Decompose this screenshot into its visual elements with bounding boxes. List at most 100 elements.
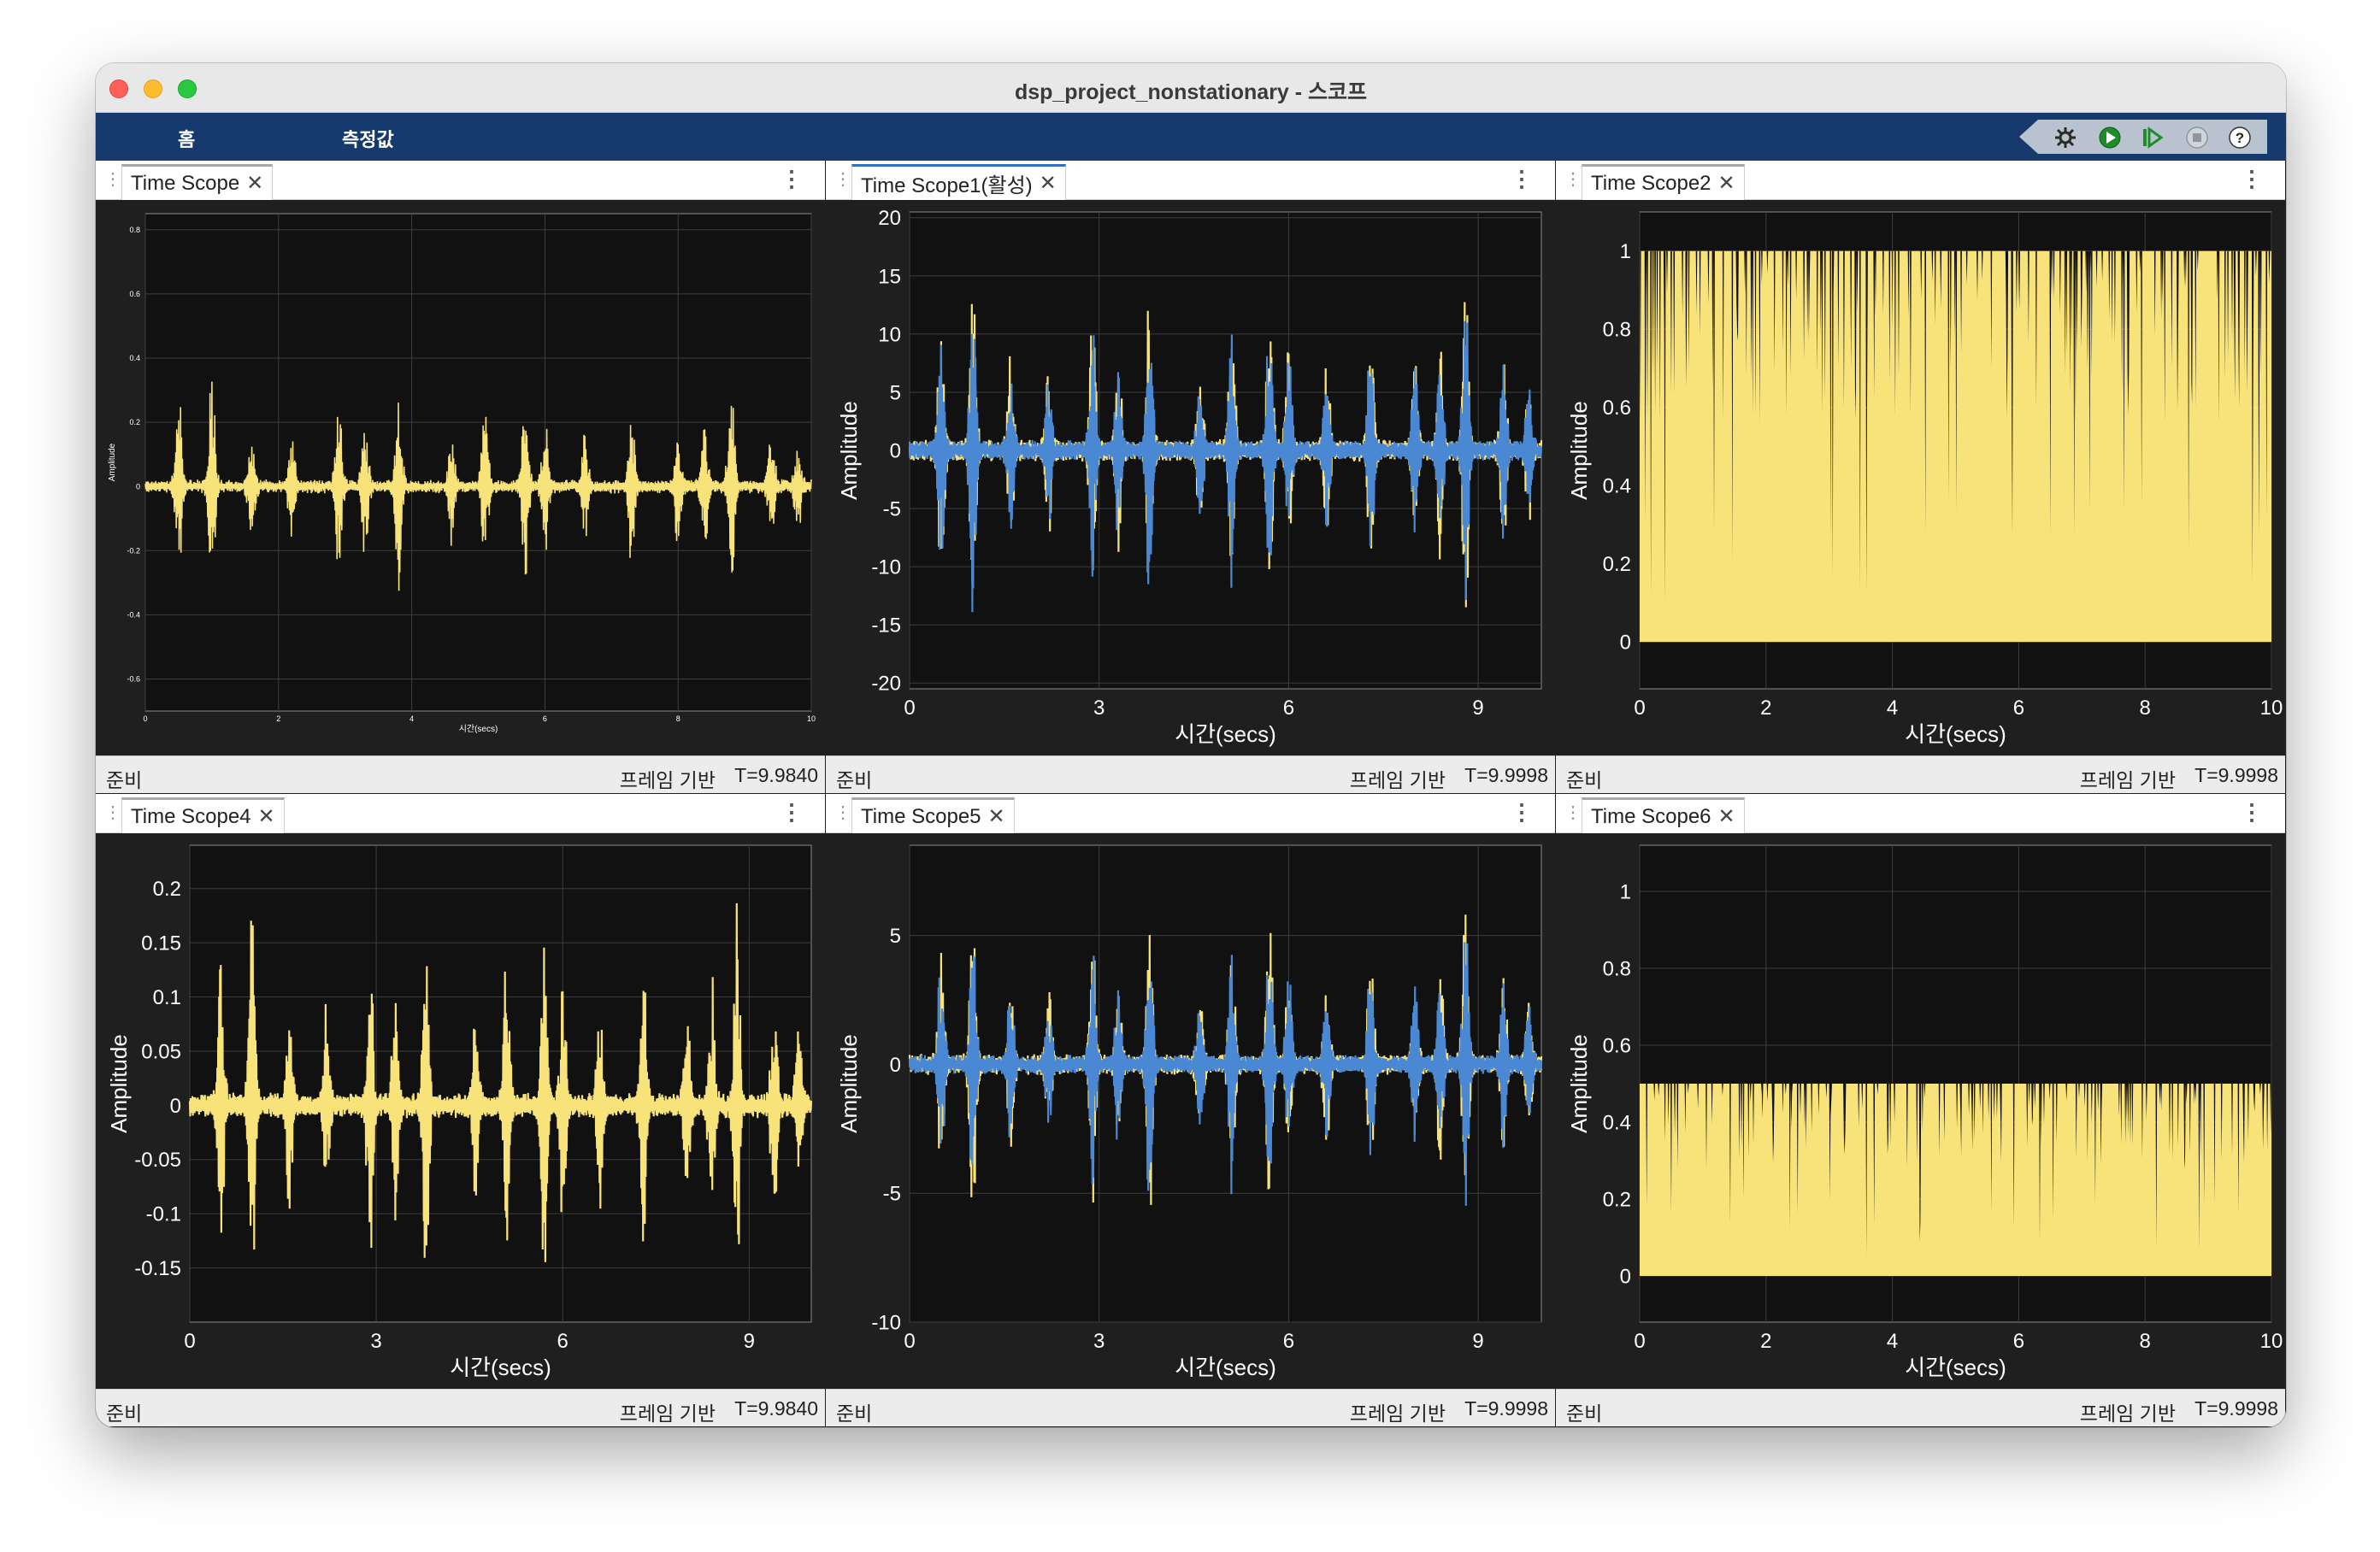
time-scope1-tabbar: ⋮ Time Scope1(활성) ✕ ⋮ — [826, 161, 1555, 200]
drag-handle-icon[interactable]: ⋮ — [834, 802, 851, 823]
time-scope2-tabbar: ⋮ Time Scope2 ✕ ⋮ — [1556, 161, 2285, 200]
step-forward-icon[interactable] — [2141, 126, 2165, 150]
mask-area — [1640, 250, 2271, 643]
x-tick-label: 2 — [276, 714, 280, 723]
status-ready: 준비 — [836, 769, 873, 791]
time-scope5-pane: ⋮ Time Scope5 ✕ ⋮ 0 3 6 9 -10 -5 0 5 시간(secs) Amplitu… — [826, 794, 1555, 1426]
close-tab-icon[interactable]: ✕ — [988, 804, 1005, 829]
y-tick-label: 5 — [890, 925, 901, 948]
scope-window: dsp_project_nonstationary - 스코프 홈 측정값 ? … — [96, 63, 2286, 1427]
more-options-icon[interactable]: ⋮ — [2241, 166, 2263, 192]
drag-handle-icon[interactable]: ⋮ — [834, 169, 851, 190]
x-tick-label: 10 — [807, 714, 816, 723]
time-scope4-tabbar: ⋮ Time Scope4 ✕ ⋮ — [96, 794, 825, 833]
time-scope-plot[interactable]: 0 2 4 6 8 10 -0.6 -0.4 -0.2 0 0.2 0.4 0.6 0.8 시간(secs)… — [96, 200, 825, 755]
x-axis-label: 시간(secs) — [450, 1355, 551, 1380]
y-axis-label: Amplitude — [1566, 1034, 1592, 1133]
y-tick-label: 0.4 — [1603, 1111, 1631, 1134]
status-ready: 준비 — [106, 1402, 143, 1425]
ribbon-tab-home[interactable]: 홈 — [178, 125, 195, 152]
y-tick-label: -15 — [871, 614, 901, 638]
x-tick-label: 6 — [2013, 697, 2024, 720]
time-scope2-statusbar: 준비 프레임 기반 T=9.9998 — [1556, 755, 2285, 793]
x-tick-label: 2 — [1760, 1330, 1771, 1353]
more-options-icon[interactable]: ⋮ — [1511, 166, 1533, 192]
y-tick-label: 0.2 — [129, 418, 140, 426]
x-tick-label: 6 — [543, 714, 547, 723]
tab-time-scope4[interactable]: Time Scope4 ✕ — [121, 797, 285, 833]
more-options-icon[interactable]: ⋮ — [2241, 799, 2263, 826]
help-icon[interactable]: ? — [2228, 126, 2252, 150]
run-play-icon[interactable] — [2098, 126, 2122, 150]
y-tick-label: 10 — [878, 323, 901, 346]
y-tick-label: 0.4 — [1603, 475, 1631, 498]
tab-label: Time Scope5 — [861, 804, 981, 828]
x-tick-label: 0 — [904, 1330, 915, 1353]
time-scope4-statusbar: 준비 프레임 기반 T=9.9840 — [96, 1389, 825, 1426]
x-axis-label: 시간(secs) — [1175, 721, 1276, 747]
drag-handle-icon[interactable]: ⋮ — [104, 169, 121, 190]
x-tick-label: 0 — [1634, 697, 1645, 720]
tab-time-scope5[interactable]: Time Scope5 ✕ — [851, 797, 1015, 833]
time-scope6-plot[interactable]: 0 2 4 6 8 10 0 0.2 0.4 0.6 0.8 1 시간(secs) Amplitude — [1556, 833, 2285, 1389]
y-tick-label: 5 — [890, 381, 901, 404]
y-tick-label: 0 — [1620, 1265, 1631, 1288]
status-ready: 준비 — [106, 769, 143, 791]
status-ready: 준비 — [1566, 769, 1603, 791]
status-frame-mode: 프레임 기반 — [619, 1402, 716, 1425]
settings-gear-icon[interactable] — [2053, 126, 2077, 150]
time-scope1-statusbar: 준비 프레임 기반 T=9.9998 — [826, 755, 1555, 793]
status-sim-time: T=9.9840 — [734, 1397, 818, 1420]
close-tab-icon[interactable]: ✕ — [1718, 804, 1735, 829]
time-scope4-plot[interactable]: 0 3 6 9 -0.15 -0.1 -0.05 0 0.05 0.1 0.15 0.2 시간(secs… — [96, 833, 825, 1389]
tab-label: Time Scope1(활성) — [861, 174, 1033, 197]
drag-handle-icon[interactable]: ⋮ — [1564, 802, 1582, 823]
x-tick-label: 8 — [676, 714, 680, 723]
x-tick-label: 10 — [2260, 697, 2283, 720]
x-axis-label: 시간(secs) — [459, 724, 498, 734]
tab-time-scope2[interactable]: Time Scope2 ✕ — [1582, 164, 1745, 200]
more-options-icon[interactable]: ⋮ — [781, 166, 803, 192]
x-tick-label: 6 — [557, 1330, 568, 1353]
more-options-icon[interactable]: ⋮ — [781, 799, 803, 826]
quick-toolbar: ? — [2019, 120, 2267, 154]
tab-time-scope6[interactable]: Time Scope6 ✕ — [1582, 797, 1745, 833]
x-tick-label: 6 — [1283, 1330, 1294, 1353]
close-tab-icon[interactable]: ✕ — [1718, 171, 1735, 196]
y-tick-label: 1 — [1620, 880, 1631, 903]
y-tick-label: 0 — [170, 1095, 181, 1118]
drag-handle-icon[interactable]: ⋮ — [1564, 169, 1582, 190]
time-scope5-plot[interactable]: 0 3 6 9 -10 -5 0 5 시간(secs) Amplitude — [826, 833, 1555, 1389]
status-ready: 준비 — [836, 1402, 873, 1425]
tab-time-scope1[interactable]: Time Scope1(활성) ✕ — [851, 164, 1066, 200]
close-tab-icon[interactable]: ✕ — [258, 804, 275, 829]
x-tick-label: 4 — [1887, 1330, 1898, 1353]
tab-time-scope[interactable]: Time Scope ✕ — [121, 164, 274, 200]
y-tick-label: -0.2 — [127, 546, 140, 555]
time-scope-pane: ⋮ Time Scope ✕ ⋮ 0 2 4 6 8 10 -0.6 -0.4 -0.2 0 0.2 0.4 0… — [96, 161, 825, 793]
close-tab-icon[interactable]: ✕ — [246, 171, 263, 196]
time-scope6-tabbar: ⋮ Time Scope6 ✕ ⋮ — [1556, 794, 2285, 833]
y-tick-label: -10 — [871, 556, 901, 579]
y-tick-label: -20 — [871, 673, 901, 696]
time-scope5-statusbar: 준비 프레임 기반 T=9.9998 — [826, 1389, 1555, 1426]
ribbon-tab-measurements[interactable]: 측정값 — [342, 125, 394, 152]
y-tick-label: -5 — [883, 1183, 901, 1206]
x-tick-label: 2 — [1760, 697, 1771, 720]
x-tick-label: 0 — [143, 714, 147, 723]
stop-icon[interactable] — [2185, 126, 2209, 150]
close-tab-icon[interactable]: ✕ — [1040, 171, 1057, 196]
more-options-icon[interactable]: ⋮ — [1511, 799, 1533, 826]
drag-handle-icon[interactable]: ⋮ — [104, 802, 121, 823]
y-tick-label: 0.6 — [129, 290, 140, 298]
plot-area — [144, 213, 812, 712]
time-scope-tabbar: ⋮ Time Scope ✕ ⋮ — [96, 161, 825, 200]
y-tick-label: -5 — [883, 497, 901, 520]
y-axis-label: Amplitude — [836, 1034, 862, 1133]
time-scope2-pane: ⋮ Time Scope2 ✕ ⋮ 0 2 4 6 8 10 0 0.2 0.4 0.6 0.8 1 시간(se… — [1556, 161, 2285, 793]
x-axis-label: 시간(secs) — [1905, 721, 2006, 747]
tab-label: Time Scope2 — [1591, 171, 1711, 195]
time-scope2-plot[interactable]: 0 2 4 6 8 10 0 0.2 0.4 0.6 0.8 1 시간(secs) Amplitude — [1556, 200, 2285, 755]
y-tick-label: 0.8 — [1603, 957, 1631, 980]
time-scope1-plot[interactable]: 0 3 6 9 -20 -15 -10 -5 0 5 10 15 20 시간(secs) Amplitude — [826, 200, 1555, 755]
